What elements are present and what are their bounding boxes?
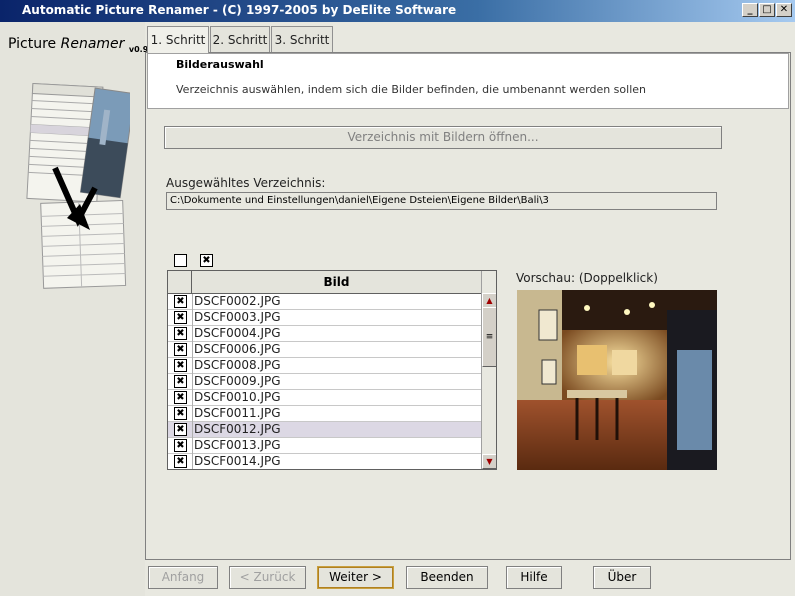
step-description: Verzeichnis auswählen, indem sich die Bi… <box>176 83 646 96</box>
start-button[interactable]: Anfang <box>148 566 218 589</box>
table-row[interactable]: ✖ DSCF0003.JPG <box>168 310 481 326</box>
image-filename: DSCF0012.JPG <box>194 422 281 436</box>
back-button[interactable]: < Zurück <box>229 566 306 589</box>
row-checkbox[interactable]: ✖ <box>174 407 187 420</box>
column-separator <box>192 454 193 469</box>
image-filename: DSCF0010.JPG <box>194 390 281 404</box>
app-logo: Picture Renamer v0.9 <box>8 36 148 54</box>
tab-step-3[interactable]: 3. Schritt <box>271 26 333 52</box>
checkbox-column-header[interactable] <box>168 271 192 293</box>
column-separator <box>192 358 193 374</box>
select-all-checkbox[interactable]: ✖ <box>200 254 213 267</box>
preview-image[interactable] <box>517 290 717 470</box>
image-filename: DSCF0006.JPG <box>194 342 281 356</box>
row-checkbox[interactable]: ✖ <box>174 295 187 308</box>
column-separator <box>192 422 193 438</box>
column-separator <box>192 390 193 406</box>
image-list-table[interactable]: Bild ✖ DSCF0002.JPG ✖ DSCF0003.JPG ✖ DSCF0004… <box>167 270 497 470</box>
minimize-icon[interactable]: _ <box>742 3 758 17</box>
image-filename: DSCF0014.JPG <box>194 454 281 468</box>
row-checkbox[interactable]: ✖ <box>174 375 187 388</box>
table-row[interactable]: ✖ DSCF0013.JPG <box>168 438 481 454</box>
column-header-bild[interactable]: Bild <box>192 271 481 293</box>
finish-button[interactable]: Beenden <box>406 566 488 589</box>
column-separator <box>192 326 193 342</box>
table-row[interactable]: ✖ DSCF0011.JPG <box>168 406 481 422</box>
table-row[interactable]: ✖ DSCF0012.JPG <box>168 422 481 438</box>
column-separator <box>192 438 193 454</box>
selected-directory-field[interactable]: C:\Dokumente und Einstellungen\daniel\Ei… <box>166 192 717 210</box>
column-separator <box>192 374 193 390</box>
next-button[interactable]: Weiter > <box>317 566 394 589</box>
row-checkbox[interactable]: ✖ <box>174 327 187 340</box>
image-filename: DSCF0003.JPG <box>194 310 281 324</box>
row-checkbox[interactable]: ✖ <box>174 455 187 468</box>
table-row[interactable]: ✖ DSCF0010.JPG <box>168 390 481 406</box>
step-title: Bilderauswahl <box>176 58 264 71</box>
image-filename: DSCF0009.JPG <box>194 374 281 388</box>
column-separator <box>192 294 193 310</box>
preview-label: Vorschau: (Doppelklick) <box>516 271 658 285</box>
tab-step-1[interactable]: 1. Schritt <box>147 26 209 53</box>
column-separator <box>192 406 193 422</box>
selected-directory-label: Ausgewähltes Verzeichnis: <box>166 176 326 190</box>
table-row[interactable]: ✖ DSCF0008.JPG <box>168 358 481 374</box>
row-checkbox[interactable]: ✖ <box>174 311 187 324</box>
image-filename: DSCF0013.JPG <box>194 438 281 452</box>
row-checkbox[interactable]: ✖ <box>174 343 187 356</box>
table-header: Bild <box>168 271 481 294</box>
image-filename: DSCF0011.JPG <box>194 406 281 420</box>
open-folder-button[interactable]: Verzeichnis mit Bildern öffnen... <box>164 126 722 149</box>
scrollbar-thumb[interactable]: ≡ <box>482 307 496 367</box>
table-row[interactable]: ✖ DSCF0006.JPG <box>168 342 481 358</box>
maximize-icon[interactable]: □ <box>759 3 775 17</box>
column-separator <box>192 310 193 326</box>
table-row[interactable]: ✖ DSCF0002.JPG <box>168 294 481 310</box>
about-button[interactable]: Über <box>593 566 651 589</box>
app-illustration <box>26 82 130 289</box>
logo-word-picture: Picture <box>8 36 57 52</box>
row-checkbox[interactable]: ✖ <box>174 391 187 404</box>
table-row[interactable]: ✖ DSCF0014.JPG <box>168 454 481 469</box>
close-icon[interactable]: ✕ <box>776 3 792 17</box>
scroll-down-icon[interactable]: ▼ <box>482 454 496 469</box>
image-filename: DSCF0002.JPG <box>194 294 281 308</box>
row-checkbox[interactable]: ✖ <box>174 359 187 372</box>
image-filename: DSCF0008.JPG <box>194 358 281 372</box>
logo-word-renamer: Renamer <box>60 36 125 52</box>
tab-step-2[interactable]: 2. Schritt <box>210 26 270 52</box>
scroll-up-icon[interactable]: ▲ <box>482 293 496 308</box>
column-separator <box>192 342 193 358</box>
table-row[interactable]: ✖ DSCF0009.JPG <box>168 374 481 390</box>
deselect-all-checkbox[interactable] <box>174 254 187 267</box>
image-filename: DSCF0004.JPG <box>194 326 281 340</box>
title-bar[interactable]: Automatic Picture Renamer - (C) 1997-200… <box>0 0 795 22</box>
row-checkbox[interactable]: ✖ <box>174 423 187 436</box>
window-title: Automatic Picture Renamer - (C) 1997-200… <box>22 3 457 17</box>
vertical-scrollbar[interactable]: ▲ ≡ ▼ <box>481 271 496 469</box>
row-checkbox[interactable]: ✖ <box>174 439 187 452</box>
help-button[interactable]: Hilfe <box>506 566 562 589</box>
table-row[interactable]: ✖ DSCF0004.JPG <box>168 326 481 342</box>
